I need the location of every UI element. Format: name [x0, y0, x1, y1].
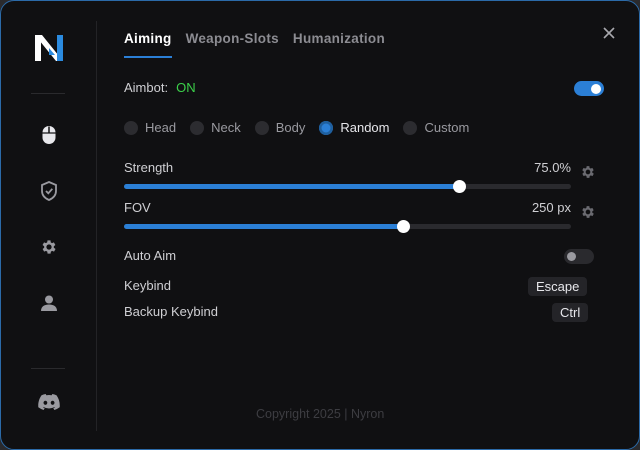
radio-dot-selected — [319, 120, 334, 135]
strength-value: 75.0% — [534, 160, 571, 175]
nav-protection[interactable] — [37, 179, 61, 203]
radio-random[interactable]: Random — [319, 120, 389, 135]
tab-aiming[interactable]: Aiming — [124, 31, 172, 58]
radio-dot — [403, 120, 418, 135]
radio-neck[interactable]: Neck — [190, 120, 241, 135]
aimbot-label: Aimbot: — [124, 80, 169, 95]
tab-humanization[interactable]: Humanization — [293, 31, 385, 53]
radio-label: Random — [340, 120, 390, 135]
fov-slider[interactable] — [124, 220, 571, 233]
radio-dot — [190, 120, 205, 135]
keybind-label: Keybind — [124, 278, 171, 293]
nav-settings[interactable] — [37, 235, 61, 259]
toggle-knob — [567, 252, 576, 261]
mouse-icon — [42, 126, 56, 144]
radio-dot — [254, 120, 269, 135]
sidebar — [1, 1, 97, 449]
toggle-knob — [591, 83, 601, 94]
discord-icon — [38, 393, 60, 410]
fov-value: 250 px — [531, 200, 571, 215]
radio-label: Neck — [211, 120, 241, 135]
backup-keybind-label: Backup Keybind — [124, 304, 218, 319]
radio-body[interactable]: Body — [254, 120, 306, 135]
main-panel: Aiming Weapon-Slots Humanization Aimbot:… — [124, 1, 639, 449]
strength-slider[interactable] — [124, 180, 571, 193]
nav-profile[interactable] — [37, 291, 61, 315]
radio-label: Body — [275, 120, 306, 135]
copyright-text: Copyright 2025 | Nyron — [256, 407, 385, 421]
strength-slider-fill — [124, 184, 459, 189]
sidebar-divider — [96, 21, 97, 431]
aimbot-row: Aimbot: ON — [124, 80, 196, 95]
target-bone-selector: Head Neck Body Random Custom — [124, 120, 483, 135]
gear-icon — [42, 240, 56, 254]
nav-discord[interactable] — [37, 390, 61, 414]
backup-keybind-button[interactable]: Ctrl — [552, 303, 589, 322]
logo-icon — [35, 35, 63, 61]
auto-aim-toggle[interactable] — [564, 249, 594, 264]
strength-settings-gear-icon[interactable] — [580, 164, 596, 180]
radio-dot — [124, 120, 138, 135]
radio-head[interactable]: Head — [124, 120, 176, 135]
app-window: Aiming Weapon-Slots Humanization Aimbot:… — [0, 0, 640, 450]
radio-label: Head — [145, 120, 177, 135]
aimbot-toggle[interactable] — [574, 81, 604, 96]
fov-slider-thumb[interactable] — [397, 220, 410, 233]
radio-label: Custom — [424, 120, 470, 135]
fov-label: FOV — [124, 200, 151, 215]
sidebar-separator-bottom — [31, 368, 65, 369]
aimbot-status: ON — [176, 80, 196, 95]
shield-icon — [41, 181, 57, 201]
nav-aiming[interactable] — [37, 123, 61, 147]
auto-aim-label: Auto Aim — [124, 248, 177, 263]
sidebar-separator — [31, 93, 65, 94]
strength-label: Strength — [124, 160, 174, 175]
tab-bar: Aiming Weapon-Slots Humanization — [124, 31, 385, 58]
tab-weapon-slots[interactable]: Weapon-Slots — [186, 31, 279, 53]
fov-slider-fill — [124, 224, 403, 229]
fov-settings-gear-icon[interactable] — [580, 204, 596, 220]
strength-slider-thumb[interactable] — [453, 180, 466, 193]
radio-custom[interactable]: Custom — [403, 120, 469, 135]
user-icon — [41, 295, 57, 311]
keybind-button[interactable]: Escape — [528, 277, 588, 296]
